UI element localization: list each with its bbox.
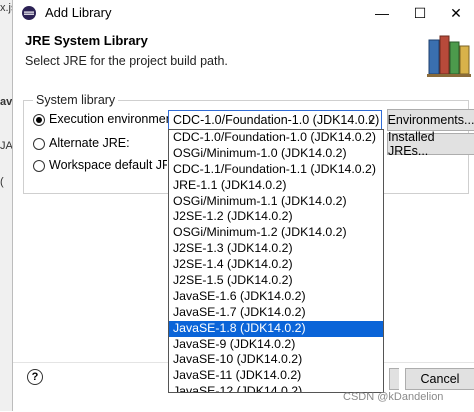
environment-dropdown-list[interactable]: CDC-1.0/Foundation-1.0 (JDK14.0.2) OSGi/M…: [168, 129, 384, 393]
banner-description: Select JRE for the project build path.: [25, 54, 228, 68]
title-bar: Add Library — ☐ ✕: [13, 0, 474, 26]
finish-button-edge[interactable]: [389, 368, 399, 390]
dropdown-option[interactable]: J2SE-1.2 (JDK14.0.2): [169, 209, 383, 225]
wizard-banner: JRE System Library Select JRE for the pr…: [13, 26, 474, 83]
dropdown-option[interactable]: JavaSE-11 (JDK14.0.2): [169, 368, 383, 384]
dropdown-option[interactable]: JavaSE-1.7 (JDK14.0.2): [169, 305, 383, 321]
dropdown-option[interactable]: J2SE-1.3 (JDK14.0.2): [169, 241, 383, 257]
radio-label-workspace-default-jre: Workspace default JRE (j: [49, 158, 167, 172]
dropdown-option[interactable]: JavaSE-1.6 (JDK14.0.2): [169, 289, 383, 305]
dropdown-option[interactable]: OSGi/Minimum-1.1 (JDK14.0.2): [169, 194, 383, 210]
bg-snippet: (: [0, 176, 4, 188]
watermark: CSDN @kDandelion: [343, 391, 444, 403]
environments-button[interactable]: Environments...: [387, 109, 474, 131]
close-button[interactable]: ✕: [438, 0, 474, 26]
group-label: System library: [33, 93, 119, 107]
dropdown-option[interactable]: OSGi/Minimum-1.2 (JDK14.0.2): [169, 225, 383, 241]
bg-snippet: x.js: [0, 2, 12, 14]
dropdown-option[interactable]: OSGi/Minimum-1.0 (JDK14.0.2): [169, 146, 383, 162]
dropdown-option[interactable]: JavaSE-1.8 (JDK14.0.2): [169, 320, 383, 337]
cancel-button[interactable]: Cancel: [405, 368, 474, 390]
execution-environment-combo[interactable]: CDC-1.0/Foundation-1.0 (JDK14.0.2): [168, 110, 382, 130]
help-icon[interactable]: ?: [27, 369, 43, 385]
radio-workspace-default-jre[interactable]: [33, 160, 45, 172]
bg-snippet: JA: [0, 140, 12, 152]
dropdown-option[interactable]: CDC-1.0/Foundation-1.0 (JDK14.0.2): [169, 130, 383, 146]
dropdown-option[interactable]: J2SE-1.4 (JDK14.0.2): [169, 257, 383, 273]
maximize-button[interactable]: ☐: [402, 0, 438, 26]
radio-label-alternate-jre: Alternate JRE:: [49, 136, 130, 150]
radio-execution-environment[interactable]: [33, 114, 45, 126]
chevron-down-icon[interactable]: ∨: [362, 111, 380, 129]
dropdown-option[interactable]: JavaSE-9 (JDK14.0.2): [169, 337, 383, 353]
radio-alternate-jre[interactable]: [33, 138, 45, 150]
dropdown-option[interactable]: JavaSE-10 (JDK14.0.2): [169, 352, 383, 368]
dropdown-option[interactable]: JRE-1.1 (JDK14.0.2): [169, 178, 383, 194]
window-title: Add Library: [45, 5, 112, 20]
minimize-button[interactable]: —: [364, 0, 400, 26]
bg-snippet: ava: [0, 96, 12, 108]
library-books-icon: [427, 35, 471, 77]
banner-title: JRE System Library: [25, 33, 148, 48]
dropdown-option[interactable]: J2SE-1.5 (JDK14.0.2): [169, 273, 383, 289]
installed-jres-button[interactable]: Installed JREs...: [387, 130, 474, 158]
radio-label-execution-environment: Execution environment:: [49, 112, 180, 126]
add-library-dialog: Add Library — ☐ ✕ JRE System Library Sel…: [12, 0, 474, 412]
dropdown-option[interactable]: CDC-1.1/Foundation-1.1 (JDK14.0.2): [169, 162, 383, 178]
eclipse-app-icon: [22, 6, 36, 20]
